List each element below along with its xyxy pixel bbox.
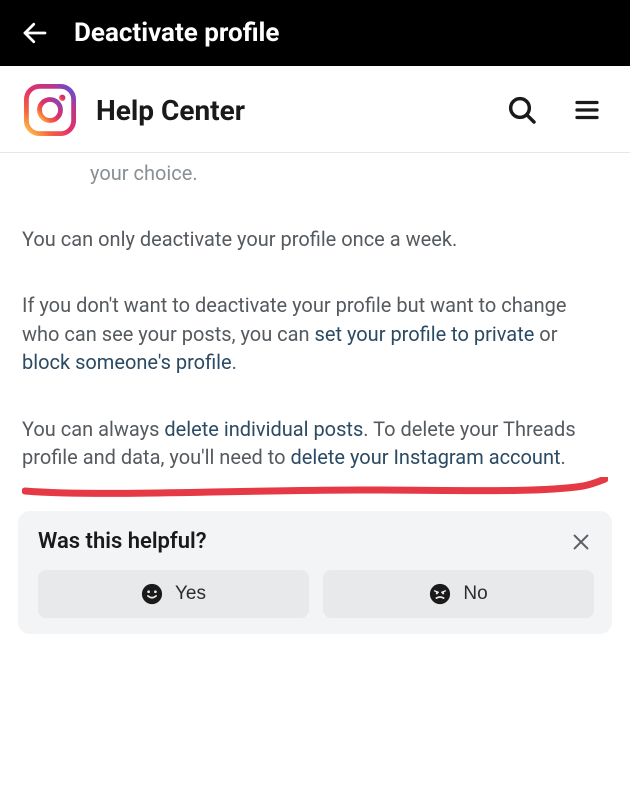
text-segment: You can always bbox=[22, 417, 164, 441]
feedback-card: Was this helpful? Yes bbox=[18, 511, 612, 634]
app-top-bar: Deactivate profile bbox=[0, 0, 630, 66]
article-content: your choice. You can only deactivate you… bbox=[0, 153, 630, 505]
paragraph-delete: You can always delete individual posts. … bbox=[22, 415, 608, 472]
back-button[interactable] bbox=[20, 18, 50, 48]
feedback-close-button[interactable] bbox=[570, 531, 594, 553]
feedback-title: Was this helpful? bbox=[38, 529, 207, 554]
link-set-private[interactable]: set your profile to private bbox=[315, 322, 535, 346]
red-underline-annotation-icon bbox=[22, 477, 608, 501]
happy-face-icon bbox=[141, 583, 163, 605]
feedback-no-button[interactable]: No bbox=[323, 570, 594, 618]
link-delete-posts[interactable]: delete individual posts bbox=[164, 417, 363, 441]
text-segment: or bbox=[534, 322, 557, 346]
feedback-yes-button[interactable]: Yes bbox=[38, 570, 309, 618]
back-arrow-icon bbox=[20, 18, 50, 48]
text-segment: You can only deactivate your profile onc… bbox=[22, 227, 457, 251]
link-block-profile[interactable]: block someone's profile bbox=[22, 350, 232, 374]
instagram-logo-icon bbox=[22, 82, 78, 138]
search-button[interactable] bbox=[506, 94, 538, 126]
link-delete-instagram[interactable]: delete your Instagram account bbox=[291, 445, 561, 469]
text-segment: . bbox=[232, 350, 237, 374]
page-title: Deactivate profile bbox=[74, 18, 279, 48]
help-center-title: Help Center bbox=[96, 94, 488, 127]
menu-button[interactable] bbox=[572, 95, 602, 125]
paragraph-privacy: If you don't want to deactivate your pro… bbox=[22, 291, 608, 376]
close-icon bbox=[570, 531, 592, 553]
feedback-header: Was this helpful? bbox=[38, 529, 594, 554]
yes-label: Yes bbox=[175, 583, 206, 605]
search-icon bbox=[506, 94, 538, 126]
help-center-header: Help Center bbox=[0, 66, 630, 153]
header-actions bbox=[506, 94, 602, 126]
hamburger-menu-icon bbox=[572, 95, 602, 125]
no-label: No bbox=[463, 583, 487, 605]
paragraph-frequency: You can only deactivate your profile onc… bbox=[22, 225, 608, 253]
text-segment: . bbox=[561, 445, 566, 469]
truncated-prev-text: your choice. bbox=[22, 153, 608, 187]
angry-face-icon bbox=[429, 583, 451, 605]
feedback-buttons: Yes No bbox=[38, 570, 594, 618]
